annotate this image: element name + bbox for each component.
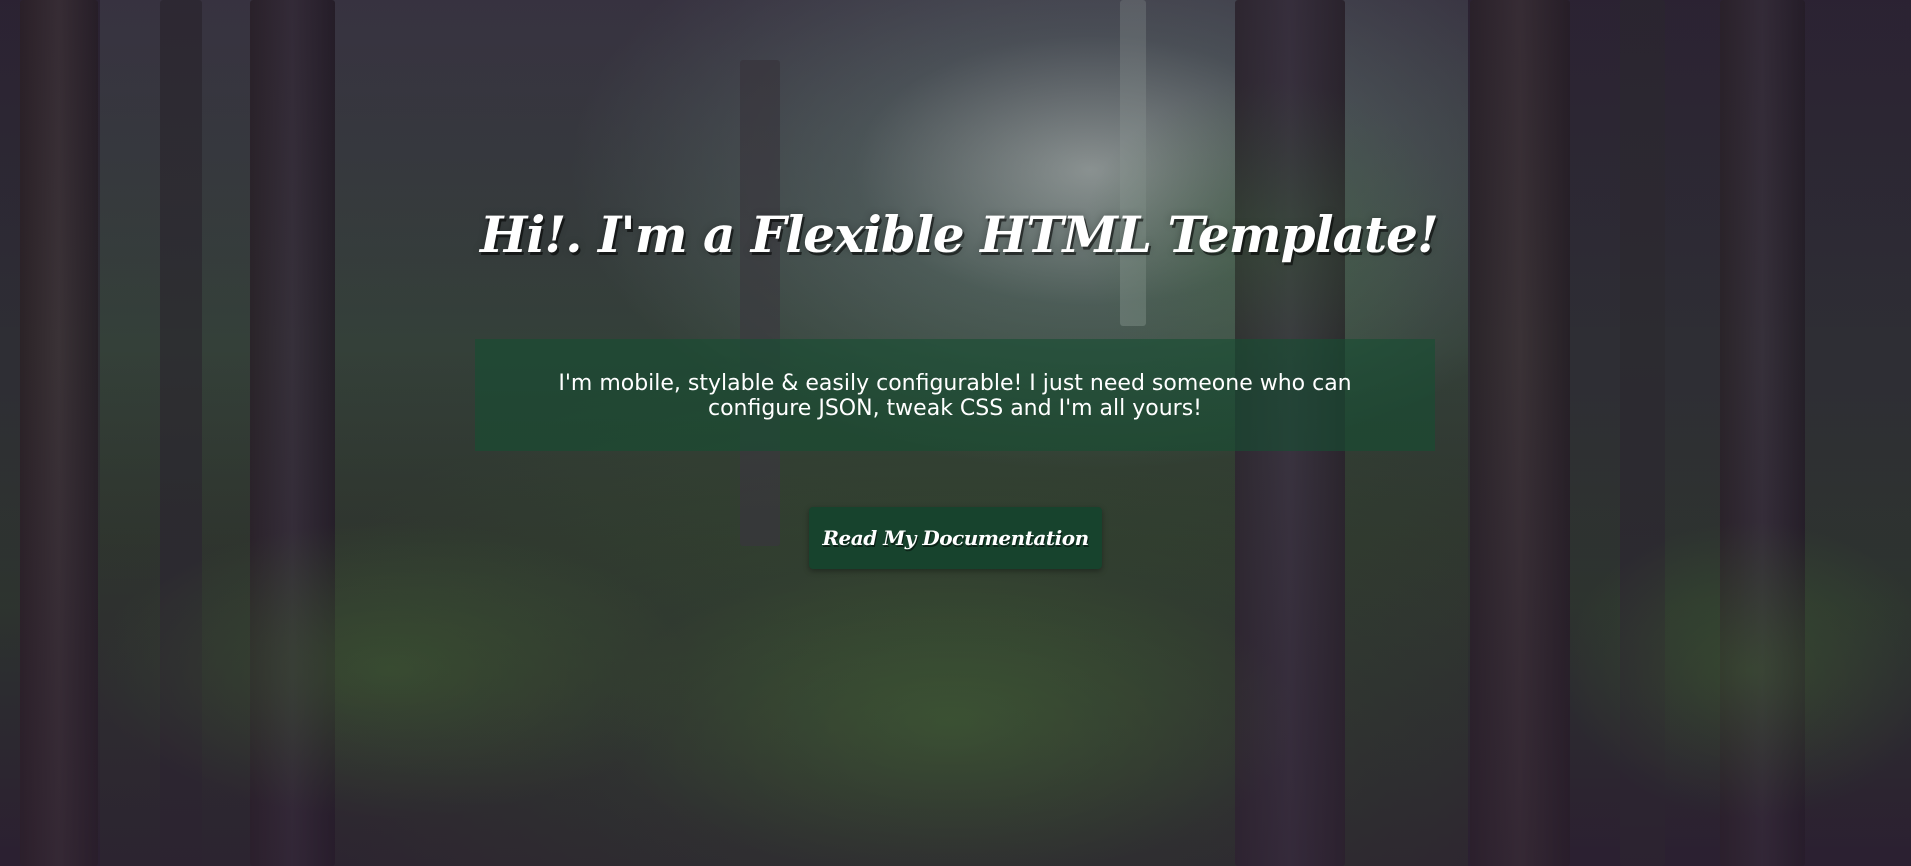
hero-section: Hi!. I'm a Flexible HTML Template! I'm m…: [0, 0, 1911, 866]
hero-tagline: I'm mobile, stylable & easily configurab…: [558, 371, 1352, 421]
page-background: Hi!. I'm a Flexible HTML Template! I'm m…: [0, 0, 1911, 866]
tagline-box: I'm mobile, stylable & easily configurab…: [475, 339, 1435, 451]
read-documentation-button[interactable]: Read My Documentation: [809, 507, 1102, 569]
hero-title: Hi!. I'm a Flexible HTML Template!: [480, 205, 1439, 264]
